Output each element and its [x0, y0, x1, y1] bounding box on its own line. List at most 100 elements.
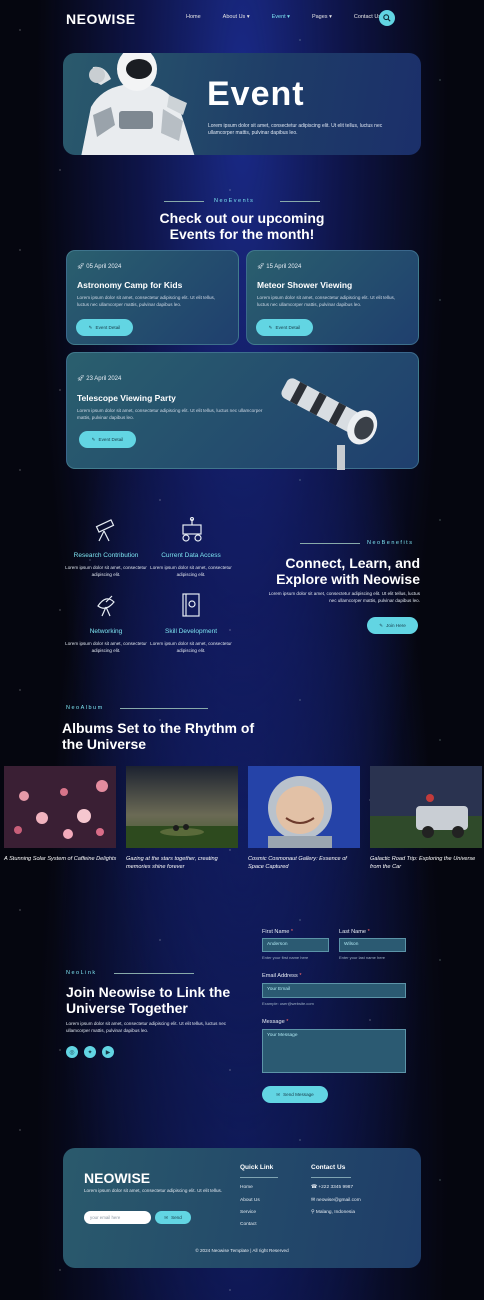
- first-name-label-text: First Name: [262, 929, 290, 935]
- event-description: Lorem ipsum dolor sit amet, consectetur …: [77, 295, 216, 307]
- phone-text: +222 3345 9987: [318, 1185, 354, 1190]
- album-image-solar-system[interactable]: [4, 766, 116, 848]
- page-title: Event: [207, 75, 305, 113]
- book-icon: [182, 593, 200, 617]
- benefit-title: Skill Development: [164, 628, 218, 635]
- contact-title: Join Neowise to Link the Universe Togeth…: [66, 984, 231, 1016]
- event-title: Meteor Shower Viewing: [257, 280, 353, 290]
- event-card-2: 🚀︎ 15 April 2024 Meteor Shower Viewing L…: [246, 250, 419, 345]
- event-date: 🚀︎ 05 April 2024: [77, 263, 121, 270]
- event-detail-label: Event Detail: [98, 437, 124, 442]
- cosmonaut-image: [248, 766, 360, 848]
- event-date-text: 15 April 2024: [266, 264, 302, 270]
- album-caption: Cosmic Cosmonaut Gallery: Essence of Spa…: [248, 856, 347, 870]
- email-hint: Example: user@website.com: [262, 1001, 314, 1006]
- send-icon: ✉: [276, 1091, 281, 1097]
- nav-link-event[interactable]: Event ▾: [272, 14, 290, 20]
- quick-link-underline: [240, 1177, 278, 1178]
- twitter-icon[interactable]: ✦: [84, 1046, 96, 1058]
- event-description: Lorem ipsum dolor sit amet, consectetur …: [77, 408, 263, 420]
- rocket-icon: ✎: [379, 622, 384, 628]
- send-icon: ✉: [164, 1214, 169, 1220]
- event-title: Telescope Viewing Party: [77, 393, 176, 403]
- nav-link-home[interactable]: Home: [186, 14, 201, 20]
- subscribe-send-label: Send: [171, 1215, 182, 1220]
- album-image-stargazing[interactable]: [126, 766, 238, 848]
- event-detail-button[interactable]: ✎ Event Detail: [76, 319, 133, 336]
- message-label-text: Message: [262, 1019, 285, 1025]
- footer-logo[interactable]: NEOWISE: [84, 1170, 150, 1186]
- nav-link-about[interactable]: About Us ▾: [223, 14, 250, 20]
- subscribe-email-input[interactable]: your email here: [84, 1211, 151, 1224]
- last-name-input[interactable]: Wilson: [339, 938, 406, 952]
- event-detail-button[interactable]: ✎ Event Detail: [256, 319, 313, 336]
- road-trip-image: [370, 766, 482, 848]
- footer-link-about[interactable]: About Us: [240, 1198, 260, 1203]
- rocket-icon: ✎: [91, 436, 96, 442]
- albums-eyebrow: NeoAlbum: [66, 705, 104, 711]
- first-name-input[interactable]: Anderson: [262, 938, 329, 952]
- event-date: 🚀︎ 23 April 2024: [77, 375, 121, 382]
- solar-system-image: [4, 766, 116, 848]
- benefit-title: Current Data Access: [161, 552, 221, 559]
- rocket-icon: ✎: [88, 324, 93, 330]
- eyebrow-line-right: [114, 973, 194, 974]
- required-mark: *: [367, 929, 370, 935]
- footer-link-service[interactable]: Service: [240, 1210, 256, 1215]
- subscribe-send-button[interactable]: ✉ Send: [155, 1211, 191, 1224]
- rocket-icon: 🚀︎: [257, 264, 267, 270]
- search-button[interactable]: [379, 10, 395, 26]
- eyebrow-line-right: [120, 708, 208, 709]
- instagram-icon[interactable]: ◎: [66, 1046, 78, 1058]
- event-date-text: 23 April 2024: [86, 376, 122, 382]
- rocket-icon: 🚀︎: [77, 376, 87, 382]
- last-name-hint: Enter your last name here: [339, 955, 386, 960]
- album-caption: A Stunning Solar System of Caffeine Deli…: [4, 856, 117, 862]
- album-image-road-trip[interactable]: [370, 766, 482, 848]
- footer-link-home[interactable]: Home: [240, 1185, 253, 1190]
- event-description: Lorem ipsum dolor sit amet, consectetur …: [257, 295, 396, 307]
- contact-eyebrow: NeoLink: [66, 970, 97, 976]
- location-text: Malang, Indonesia: [315, 1210, 356, 1215]
- event-card-1: 🚀︎ 05 April 2024 Astronomy Camp for Kids…: [66, 250, 239, 345]
- footer-link-contact[interactable]: Contact: [240, 1222, 257, 1227]
- footer-location: ⚲ Malang, Indonesia: [311, 1210, 355, 1215]
- send-message-button[interactable]: ✉ Send Message: [262, 1086, 328, 1103]
- event-detail-button[interactable]: ✎ Event Detail: [79, 431, 136, 448]
- email-label: Email Address *: [262, 973, 302, 979]
- footer-phone: ☎ +222 3345 9987: [311, 1185, 353, 1190]
- message-textarea[interactable]: Your Message: [262, 1029, 406, 1073]
- footer: NEOWISE Lorem ipsum dolor sit amet, cons…: [63, 1148, 421, 1268]
- join-here-button[interactable]: ✎ Join Here: [367, 617, 418, 634]
- footer-email: ✉ neowise@gmail.com: [311, 1198, 361, 1203]
- top-navigation: NEOWISE Home About Us ▾ Event ▾ Pages ▾ …: [0, 8, 484, 30]
- first-name-label: First Name *: [262, 929, 293, 935]
- benefit-description: Lorem ipsum dolor sit amet, consectetur …: [150, 565, 232, 577]
- last-name-label: Last Name *: [339, 929, 370, 935]
- eyebrow-line-left: [300, 543, 360, 544]
- required-mark: *: [299, 973, 302, 979]
- contact-us-underline: [311, 1177, 351, 1178]
- benefits-title: Connect, Learn, and Explore with Neowise: [276, 555, 420, 587]
- album-caption: Gazing at the stars together, creating m…: [126, 856, 218, 870]
- contact-us-title: Contact Us: [311, 1164, 346, 1171]
- required-mark: *: [290, 929, 294, 935]
- benefits-description: Lorem ipsum dolor sit amet, consectetur …: [268, 591, 420, 603]
- email-input[interactable]: Your Email: [262, 983, 406, 998]
- nav-link-contact[interactable]: Contact Us: [354, 14, 381, 20]
- event-title: Astronomy Camp for Kids: [77, 280, 183, 290]
- hero-description: Lorem ipsum dolor sit amet, consectetur …: [208, 123, 383, 136]
- last-name-label-text: Last Name: [339, 929, 367, 935]
- events-section-title: Check out our upcoming Events for the mo…: [159, 210, 325, 242]
- eyebrow-line-right: [280, 201, 320, 202]
- event-detail-label: Event Detail: [275, 325, 301, 330]
- nav-link-pages[interactable]: Pages ▾: [312, 14, 332, 20]
- site-logo[interactable]: NEOWISE: [66, 11, 136, 27]
- album-image-cosmonaut[interactable]: [248, 766, 360, 848]
- nav-links: Home About Us ▾ Event ▾ Pages ▾ Contact …: [186, 14, 403, 20]
- eyebrow-line-left: [164, 201, 204, 202]
- copyright-text: © 2024 Neowise Template | All right Rese…: [195, 1248, 289, 1253]
- youtube-icon[interactable]: ▶: [102, 1046, 114, 1058]
- album-caption: Galactic Road Trip: Exploring the Univer…: [370, 856, 476, 870]
- astronaut-image: [81, 53, 195, 155]
